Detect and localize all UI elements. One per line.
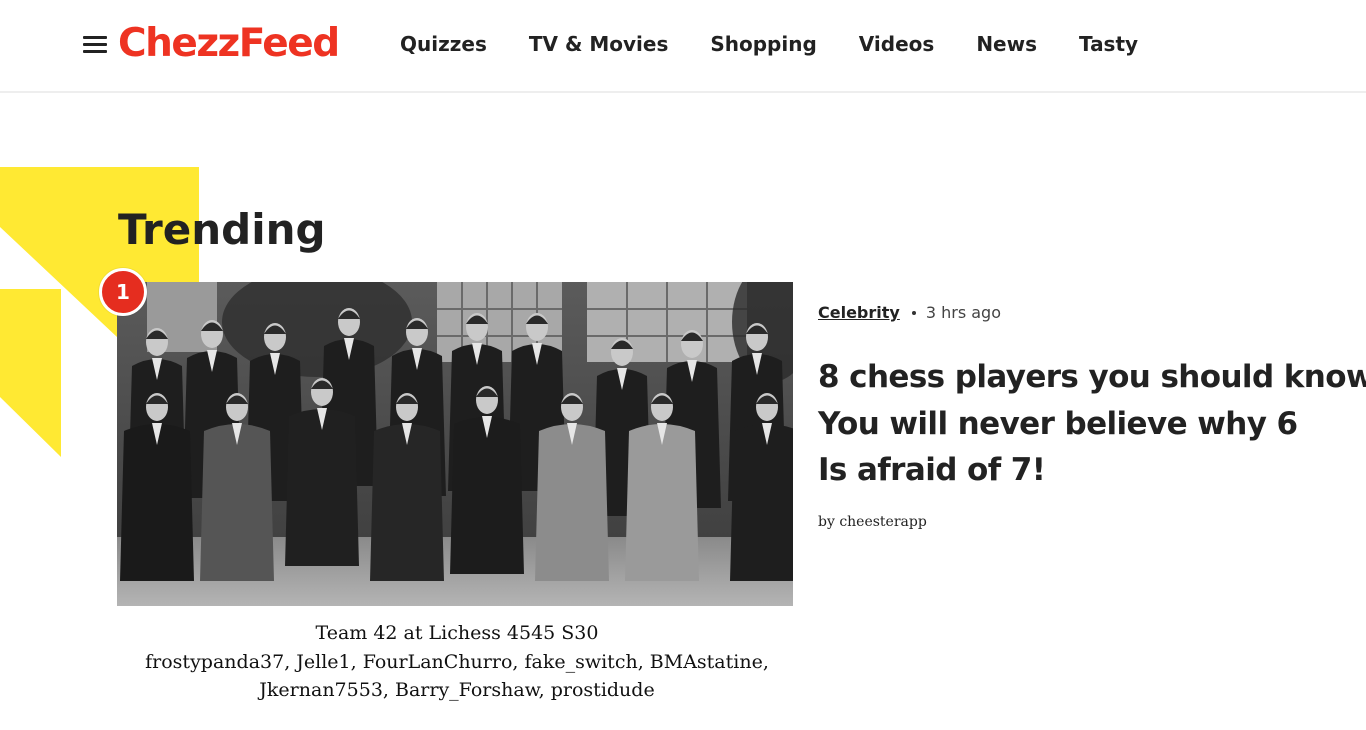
headline-line: 8 chess players you should know! [818, 359, 1366, 395]
headline-line: Is afraid of 7! [818, 452, 1046, 488]
caption-line: Team 42 at Lichess 4545 S30 [315, 622, 599, 644]
nav-tasty[interactable]: Tasty [1079, 30, 1138, 58]
article-byline: by cheesterapp [818, 514, 927, 530]
caption-line: frostypanda37, Jelle1, FourLanChurro, fa… [145, 650, 769, 673]
article-photo[interactable] [117, 282, 793, 606]
nav-videos[interactable]: Videos [859, 30, 935, 58]
nav-quizzes[interactable]: Quizzes [400, 30, 487, 58]
nav-news[interactable]: News [976, 30, 1037, 58]
article-headline[interactable]: 8 chess players you should know! You wil… [818, 354, 1366, 494]
timestamp: 3 hrs ago [925, 303, 1001, 322]
headline-line: You will never believe why 6 [818, 405, 1298, 442]
caption-line: Jkernan7553, Barry_Forshaw, prostidude [259, 679, 655, 701]
main-nav: Quizzes TV & Movies Shopping Videos News… [400, 30, 1180, 58]
site-logo[interactable]: ChezzFeed [118, 19, 340, 69]
separator-dot [911, 310, 916, 315]
nav-tv-movies[interactable]: TV & Movies [529, 30, 669, 58]
article-meta: Celebrity 3 hrs ago [818, 302, 1001, 324]
category-link[interactable]: Celebrity [818, 303, 900, 322]
section-title: Trending [118, 205, 326, 254]
site-header: ChezzFeed Quizzes TV & Movies Shopping V… [0, 0, 1366, 93]
rank-badge: 1 [99, 268, 147, 316]
photo-caption: Team 42 at Lichess 4545 S30 frostypanda3… [117, 619, 797, 705]
nav-shopping[interactable]: Shopping [710, 30, 816, 58]
menu-icon[interactable] [83, 36, 107, 54]
